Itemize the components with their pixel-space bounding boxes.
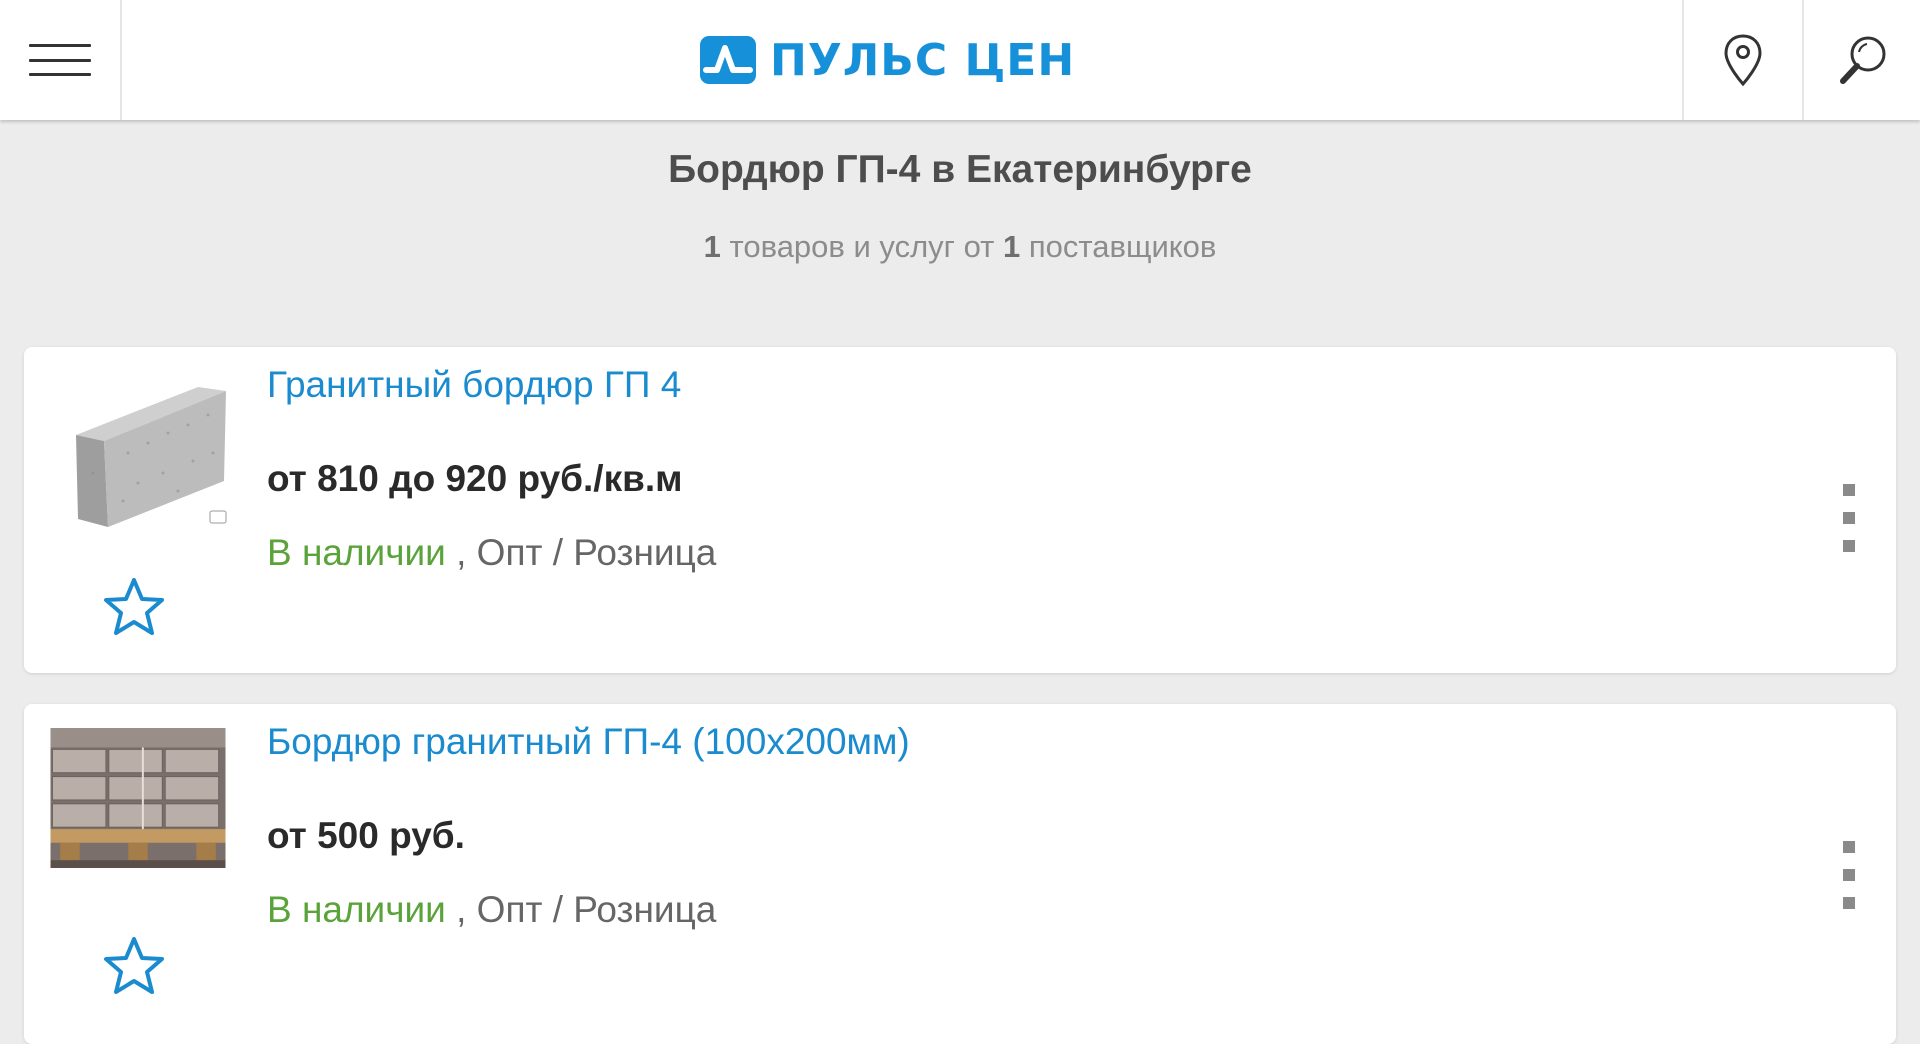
product-image[interactable] xyxy=(48,383,228,527)
product-price: от 810 до 920 руб./кв.м xyxy=(267,458,683,499)
menu-button[interactable] xyxy=(0,0,122,120)
star-icon[interactable] xyxy=(101,575,167,641)
product-title-link[interactable]: Гранитный бордюр ГП 4 xyxy=(267,364,681,406)
site-logo[interactable]: ПУЛЬС ЦЕН xyxy=(700,30,1075,90)
product-title-link[interactable]: Бордюр гранитный ГП-4 (100х200мм) xyxy=(267,721,910,763)
location-button[interactable] xyxy=(1682,0,1802,120)
products-text: товаров и услуг от xyxy=(729,229,995,264)
trade-type: , Опт / Розница xyxy=(456,889,717,930)
pulse-logo-icon xyxy=(700,36,756,84)
more-options-icon[interactable] xyxy=(1835,484,1863,552)
product-status: В наличии , Опт / Розница xyxy=(267,889,716,931)
more-options-icon[interactable] xyxy=(1835,841,1863,909)
results-summary: 1 товаров и услуг от 1 поставщиков xyxy=(0,229,1920,265)
availability-status: В наличии xyxy=(267,532,446,573)
products-count: 1 xyxy=(703,229,721,264)
product-card: Бордюр гранитный ГП-4 (100х200мм) от 500… xyxy=(24,704,1896,1044)
product-status: В наличии , Опт / Розница xyxy=(267,532,716,574)
availability-status: В наличии xyxy=(267,889,446,930)
product-price: от 500 руб. xyxy=(267,815,465,856)
product-card: Гранитный бордюр ГП 4 от 810 до 920 руб.… xyxy=(24,347,1896,673)
page-title: Бордюр ГП-4 в Екатеринбурге xyxy=(668,148,1252,191)
location-pin-icon xyxy=(1724,34,1762,87)
product-image[interactable] xyxy=(48,728,228,868)
hamburger-icon xyxy=(29,44,91,76)
search-icon xyxy=(1840,36,1886,84)
logo-text: ПУЛЬС ЦЕН xyxy=(770,34,1076,86)
trade-type: , Опт / Розница xyxy=(456,532,717,573)
suppliers-text: поставщиков xyxy=(1028,229,1217,264)
star-icon[interactable] xyxy=(101,934,167,1000)
suppliers-count: 1 xyxy=(1002,229,1021,264)
search-button[interactable] xyxy=(1802,0,1920,120)
top-header: ПУЛЬС ЦЕН xyxy=(0,0,1920,120)
